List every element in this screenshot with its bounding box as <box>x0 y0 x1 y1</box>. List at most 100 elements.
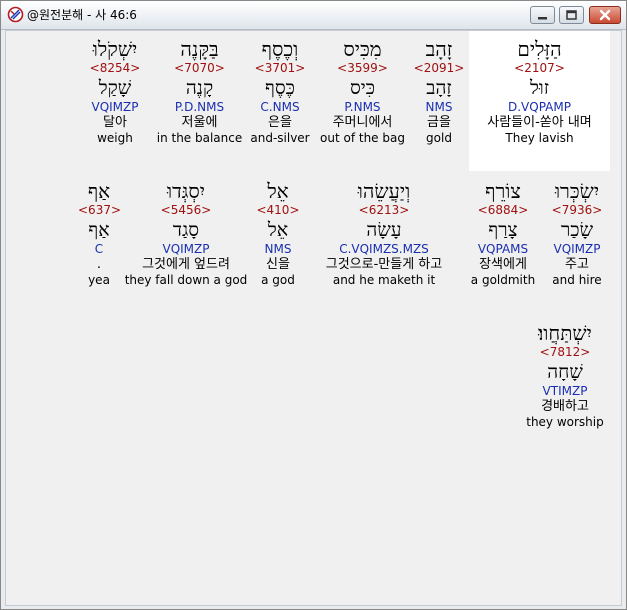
title-bar[interactable]: @원전분해 - 사 46:6 <box>1 1 626 30</box>
korean-gloss: 금을 <box>427 115 451 130</box>
maximize-button[interactable] <box>559 6 584 24</box>
hebrew-root: שָׁחָה <box>547 361 583 383</box>
hebrew-root: סָגַד <box>172 219 200 241</box>
word-cell[interactable]: הַזָּלִים <2107> זוּל D.VQPAMP 사람들이-쏟아 내… <box>469 31 610 171</box>
morphology-code: C.NMS <box>260 100 300 114</box>
hebrew-root: צָרַף <box>488 219 518 241</box>
hebrew-root: עָשָׂה <box>366 219 402 241</box>
korean-gloss: 은을 <box>268 115 292 130</box>
hebrew-word: הַזָּלִים <box>517 37 562 61</box>
english-gloss: gold <box>426 131 452 145</box>
hebrew-word: יִשְׁתַּחֲווּ׃ <box>538 321 592 345</box>
morphology-code: C <box>94 242 104 256</box>
word-cell[interactable]: צוֹרֵף <6884> צָרַף VQPAMS 장색에게 a goldmi… <box>464 173 542 288</box>
morphology-code: VQPAMS <box>477 242 529 256</box>
hebrew-root: קָנֶה <box>185 77 214 99</box>
english-gloss: They lavish <box>505 131 574 145</box>
close-icon <box>599 9 611 21</box>
word-cell[interactable]: בַּקָּנֶה <7070> קָנֶה P.D.NMS 저울에 in th… <box>153 31 246 146</box>
english-gloss: a god <box>261 273 295 287</box>
morphology-code: D.VQPAMP <box>508 100 571 114</box>
korean-gloss: 저울에 <box>181 115 218 130</box>
maximize-icon <box>566 10 577 20</box>
word-cell[interactable]: יִשְׁקֹלוּ <8254> שָׁקַל VQIMZP 달아 weigh <box>86 31 144 146</box>
english-gloss: yea <box>88 273 110 287</box>
english-gloss: they fall down a god <box>124 273 248 287</box>
hebrew-word: צוֹרֵף <box>485 179 521 203</box>
strongs-number[interactable]: <410> <box>250 203 306 217</box>
english-gloss: in the balance <box>156 131 243 145</box>
hebrew-word: מִכִּיס <box>343 37 382 61</box>
word-cell[interactable]: וְיַעֲשֵׂהוּ <6213> עָשָׂה C.VQIMZS.MZS … <box>308 173 460 288</box>
close-button[interactable] <box>589 6 621 24</box>
strongs-number[interactable]: <3599> <box>316 61 409 75</box>
word-cell[interactable]: יִשְׂכְּרוּ <7936> שָׂכַר VQIMZP 주고 and … <box>544 173 610 288</box>
strongs-number[interactable]: <3701> <box>246 61 314 75</box>
word-cell[interactable]: אַף <637> אַף C . yea <box>78 173 121 288</box>
morphology-code: C.VQIMZS.MZS <box>339 242 429 256</box>
hebrew-root: זָהָב <box>426 77 452 99</box>
korean-gloss: 달아 <box>103 115 127 130</box>
hebrew-root: כֶּסֶף <box>265 77 295 99</box>
morphology-code: VQIMZP <box>162 242 210 256</box>
korean-gloss: 경배하고 <box>541 399 589 414</box>
hebrew-word: יִשְׂכְּרוּ <box>554 179 600 203</box>
hebrew-word: בַּקָּנֶה <box>180 37 219 61</box>
strongs-number[interactable]: <8254> <box>86 61 144 75</box>
word-cell[interactable]: זָהָב <2091> זָהָב NMS 금을 gold <box>409 31 469 146</box>
english-gloss: and hire <box>552 273 602 287</box>
hebrew-word: יִסְגְּדוּ <box>167 179 205 203</box>
korean-gloss: 장색에게 <box>479 257 527 272</box>
morphology-code: NMS <box>425 100 453 114</box>
morphology-code: P.D.NMS <box>174 100 225 114</box>
hebrew-root: זוּל <box>529 77 550 99</box>
interlinear-pane[interactable]: הַזָּלִים <2107> זוּל D.VQPAMP 사람들이-쏟아 내… <box>5 30 622 606</box>
strongs-number[interactable]: <5456> <box>124 203 248 217</box>
strongs-number[interactable]: <6213> <box>308 203 460 217</box>
strongs-number[interactable]: <637> <box>78 203 121 217</box>
hebrew-word: יִשְׁקֹלוּ <box>92 37 138 61</box>
strongs-number[interactable]: <7936> <box>544 203 610 217</box>
word-cell[interactable]: אֵל <410> אֵל NMS 신을 a god <box>250 173 306 288</box>
strongs-number[interactable]: <2107> <box>469 61 610 75</box>
strongs-number[interactable]: <7812> <box>522 345 608 359</box>
korean-gloss: 그것에게 엎드려 <box>142 257 230 272</box>
word-cell[interactable]: מִכִּיס <3599> כִּיס P.NMS 주머니에서 out of … <box>316 31 409 146</box>
morphology-code: NMS <box>264 242 292 256</box>
korean-gloss: . <box>96 257 102 272</box>
strongs-number[interactable]: <2091> <box>409 61 469 75</box>
hebrew-word: וְכֶסֶף <box>261 37 299 61</box>
english-gloss: and he maketh it <box>332 273 436 287</box>
korean-gloss: 주고 <box>565 257 589 272</box>
morphology-code: VQIMZP <box>91 100 139 114</box>
hebrew-root: שָׁקַל <box>98 77 132 99</box>
minimize-button[interactable] <box>530 6 555 24</box>
word-cell[interactable]: יִשְׁתַּחֲווּ׃ <7812> שָׁחָה VTIMZP 경배하고… <box>522 315 608 430</box>
hebrew-word: אֵל <box>267 179 289 203</box>
korean-gloss: 주머니에서 <box>332 115 393 130</box>
hebrew-root: אַף <box>88 219 110 241</box>
strongs-number[interactable]: <7070> <box>153 61 246 75</box>
app-window: @원전분해 - 사 46:6 הַזָּלִים <2107> זוּל D.V… <box>0 0 627 610</box>
korean-gloss: 사람들이-쏟아 내며 <box>487 115 592 130</box>
word-cell[interactable]: וְכֶסֶף <3701> כֶּסֶף C.NMS 은을 and-silve… <box>246 31 314 146</box>
morphology-code: VTIMZP <box>542 384 588 398</box>
minimize-icon <box>538 17 547 20</box>
korean-gloss: 그것으로-만들게 하고 <box>325 257 443 272</box>
hebrew-root: שָׂכַר <box>560 219 594 241</box>
app-logo-icon <box>7 6 24 23</box>
hebrew-root: אֵל <box>267 219 289 241</box>
korean-gloss: 신을 <box>266 257 290 272</box>
window-title: @원전분해 - 사 46:6 <box>27 8 137 22</box>
hebrew-word: וְיַעֲשֵׂהוּ <box>357 179 411 203</box>
strongs-number[interactable]: <6884> <box>464 203 542 217</box>
english-gloss: out of the bag <box>320 131 405 145</box>
morphology-code: VQIMZP <box>553 242 601 256</box>
english-gloss: a goldmith <box>470 273 536 287</box>
english-gloss: weigh <box>97 131 133 145</box>
english-gloss: and-silver <box>250 131 310 145</box>
hebrew-word: אַף <box>87 179 111 203</box>
hebrew-root: כִּיס <box>349 77 376 99</box>
english-gloss: they worship <box>526 415 604 429</box>
word-cell[interactable]: יִסְגְּדוּ <5456> סָגַד VQIMZP 그것에게 엎드려 … <box>124 173 248 288</box>
